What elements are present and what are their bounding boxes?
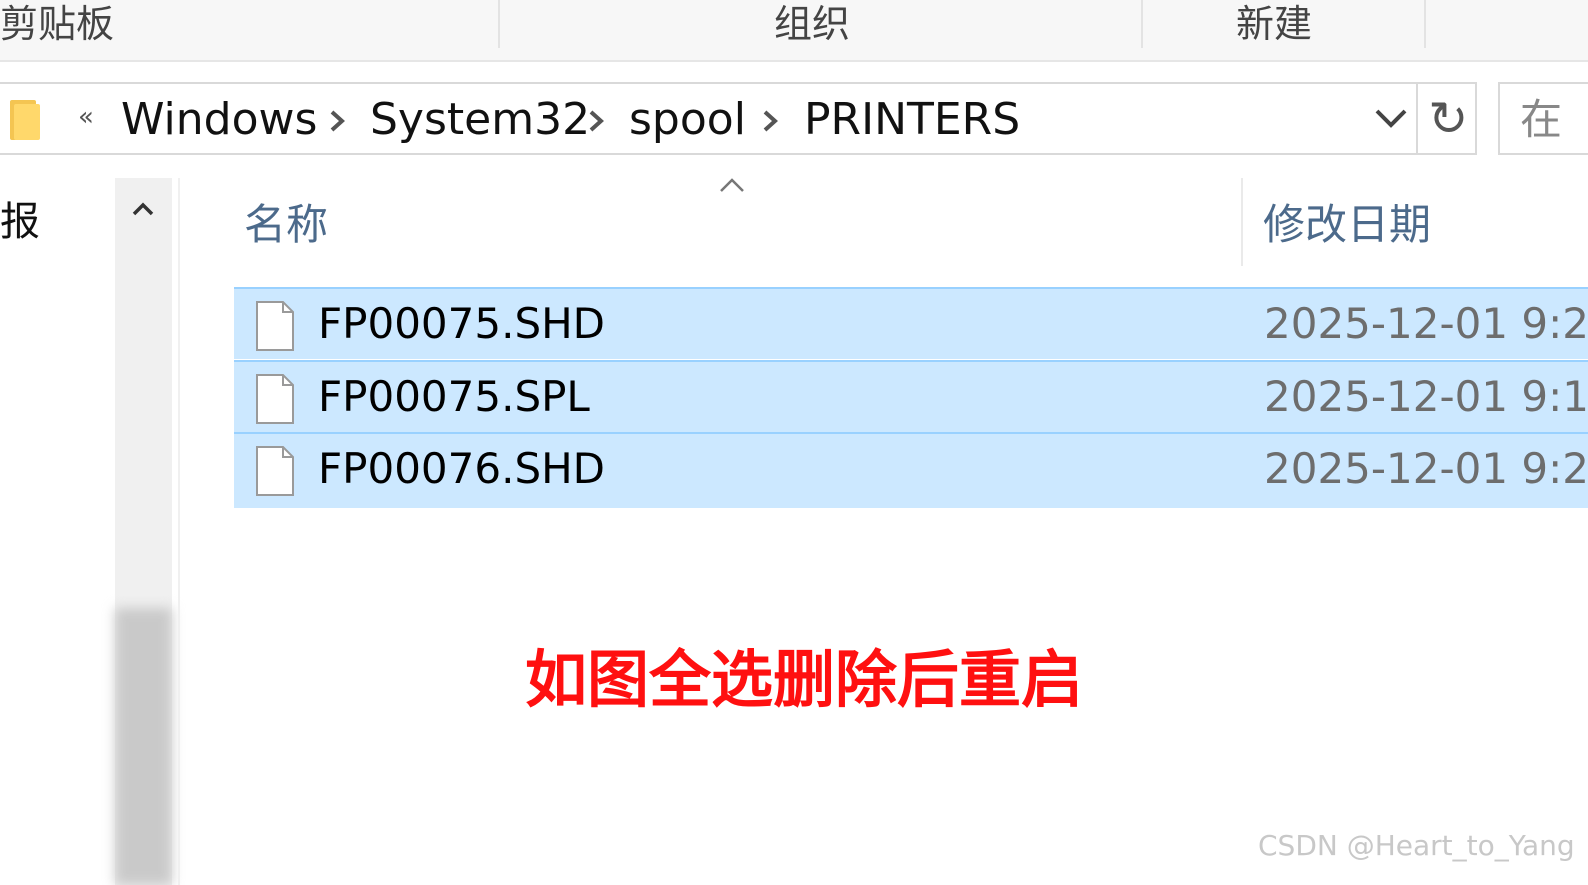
overflow-crumbs-button[interactable]: « (78, 102, 94, 132)
file-name[interactable]: FP00076.SHD (318, 440, 605, 498)
address-bar[interactable]: « Windows System32 spool PRINTERS ↻ (0, 82, 1477, 155)
file-date: 2025-12-01 9:26 (1264, 444, 1588, 493)
watermark: CSDN @Heart_to_Yang (1258, 829, 1575, 862)
column-header-name[interactable]: 名称 (244, 198, 328, 252)
file-date: 2025-12-01 9:27 (1264, 299, 1588, 348)
file-name[interactable]: FP00075.SPL (318, 368, 590, 426)
nav-pane-item[interactable]: 报 (0, 196, 60, 248)
ribbon-separator (498, 0, 500, 48)
ribbon-separator (1424, 0, 1426, 48)
breadcrumb-spool[interactable]: spool (629, 92, 746, 148)
ribbon-separator (1141, 0, 1143, 48)
ribbon-group-organize[interactable]: 组织 (774, 0, 850, 48)
chevron-down-icon[interactable] (1374, 106, 1408, 134)
breadcrumb-windows[interactable]: Windows (121, 92, 317, 148)
file-row[interactable]: FP00076.SHD 2025-12-01 9:26 (234, 432, 1588, 508)
scrollbar-thumb[interactable] (115, 608, 172, 885)
ribbon: 剪贴板 组织 新建 (0, 0, 1588, 62)
file-date: 2025-12-01 9:16 (1264, 372, 1588, 421)
chevron-right-icon[interactable] (587, 108, 605, 138)
sort-up-icon (718, 176, 746, 198)
search-placeholder: 在 (1520, 95, 1563, 144)
file-name[interactable]: FP00075.SHD (318, 295, 605, 353)
breadcrumb-printers[interactable]: PRINTERS (804, 92, 1020, 148)
file-icon (256, 301, 294, 355)
file-icon (256, 446, 294, 500)
scroll-up-icon[interactable] (131, 200, 155, 222)
address-divider (1416, 84, 1418, 155)
folder-icon (10, 98, 46, 146)
ribbon-group-clipboard[interactable]: 剪贴板 (0, 0, 114, 48)
nav-pane-scrollbar[interactable] (115, 178, 172, 885)
instruction-annotation: 如图全选删除后重启 (525, 643, 1084, 716)
search-input[interactable]: 在 (1498, 82, 1588, 155)
chevron-right-icon[interactable] (328, 108, 346, 138)
refresh-icon[interactable]: ↻ (1428, 88, 1468, 150)
chevron-right-icon[interactable] (761, 108, 779, 138)
breadcrumb-system32[interactable]: System32 (370, 92, 590, 148)
ribbon-group-new[interactable]: 新建 (1236, 0, 1312, 48)
file-row[interactable]: FP00075.SHD 2025-12-01 9:27 (234, 287, 1588, 359)
file-icon (256, 374, 294, 428)
pane-divider (178, 178, 180, 885)
column-header-date-modified[interactable]: 修改日期 (1263, 198, 1431, 252)
column-separator[interactable] (1241, 178, 1243, 266)
file-row[interactable]: FP00075.SPL 2025-12-01 9:16 (234, 360, 1588, 432)
